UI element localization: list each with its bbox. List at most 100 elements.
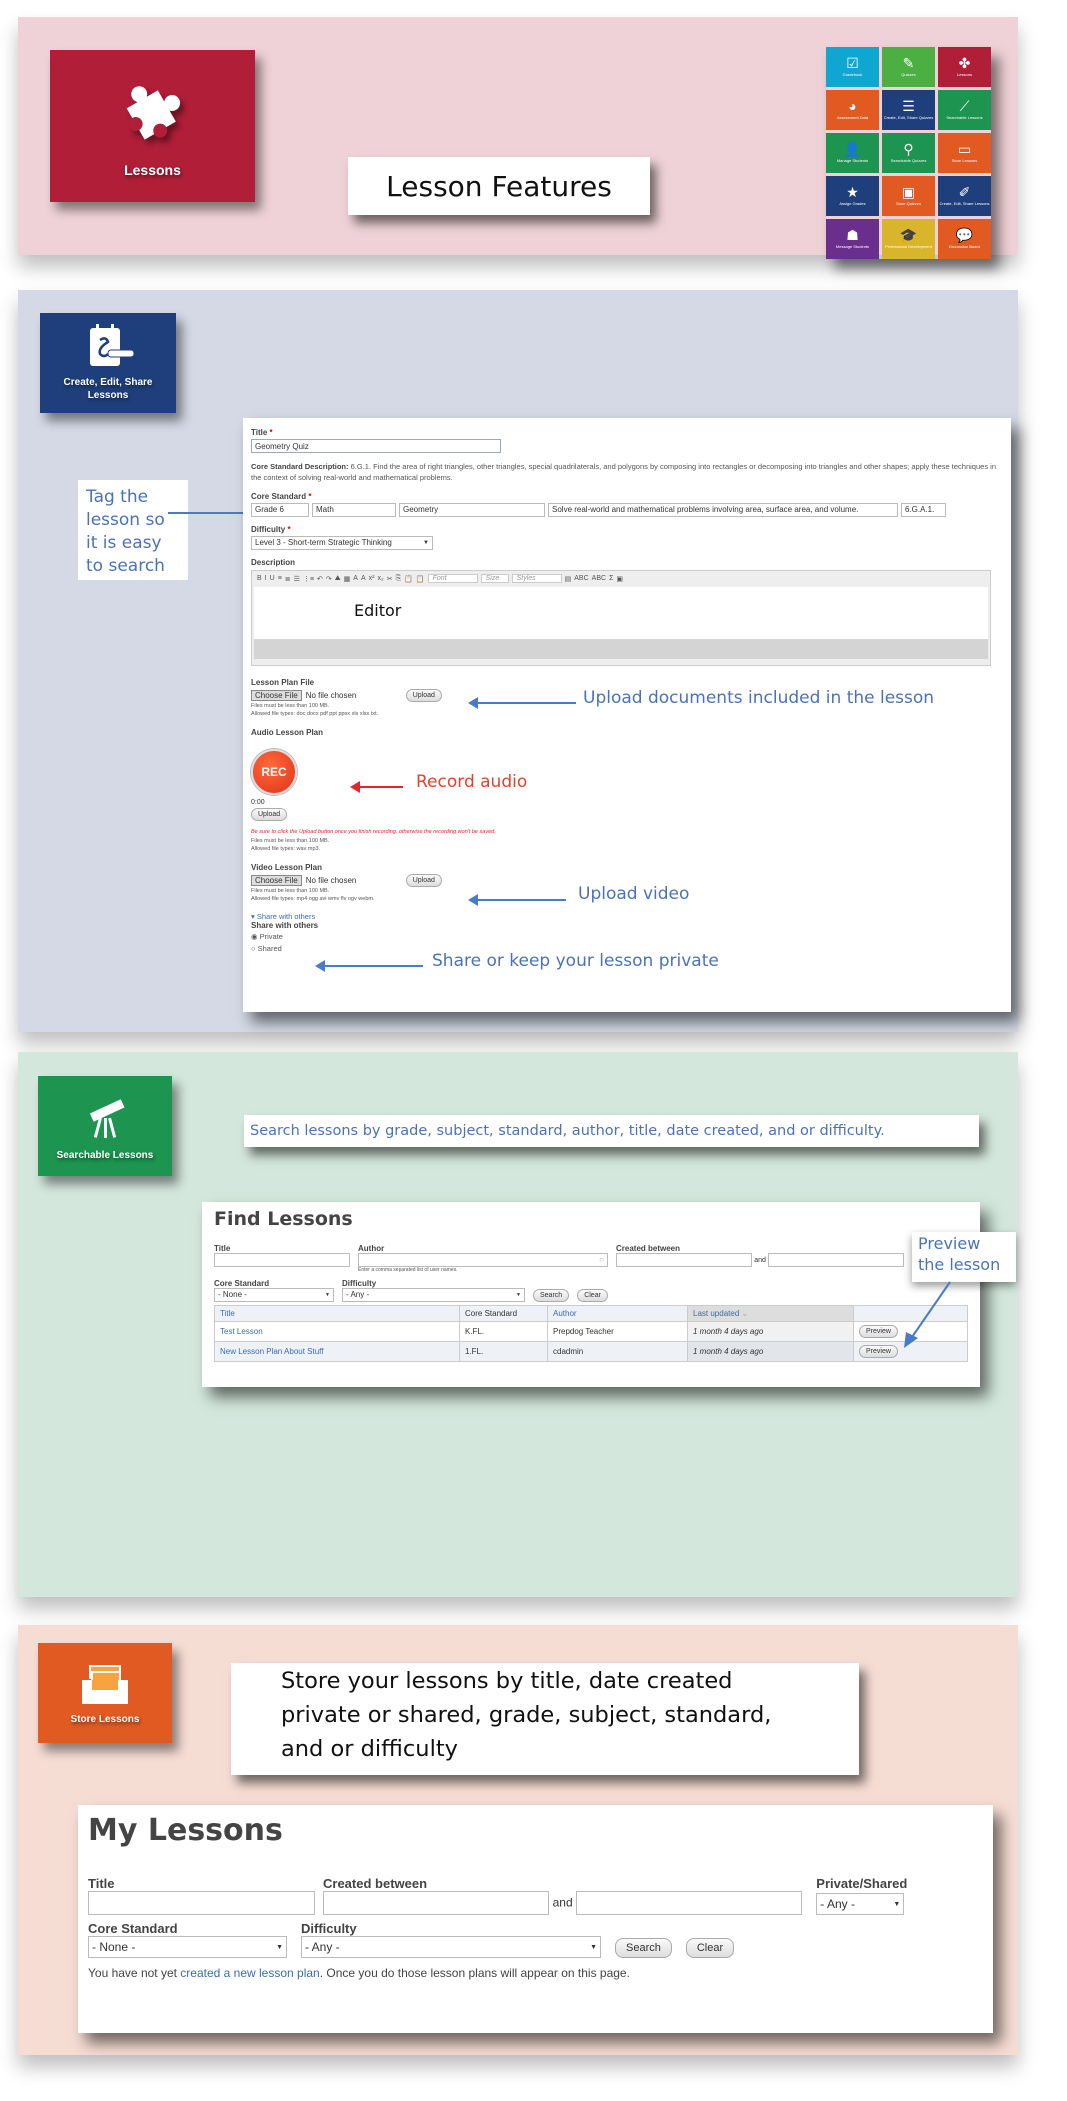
- grade-field[interactable]: Grade 6: [251, 502, 309, 517]
- app-tile[interactable]: ☗ Message Students: [826, 219, 879, 259]
- app-tile[interactable]: ✤ Lessons: [938, 47, 991, 87]
- toolbar-button[interactable]: ≡: [278, 575, 282, 582]
- difficulty-filter-select[interactable]: - Any - ▼: [342, 1287, 525, 1302]
- create-lesson-link[interactable]: created a new lesson plan: [180, 1966, 319, 1980]
- header-panel: Lessons Lesson Features ☑ Gradebook ✎ Quizz…: [18, 17, 1018, 259]
- choose-video-button[interactable]: Choose File: [251, 875, 302, 886]
- core-filter: Core Standard - None - ▼: [214, 1279, 334, 1302]
- share-toggle[interactable]: ▾ Share with others: [251, 912, 1003, 921]
- subject-field[interactable]: Math: [312, 502, 396, 517]
- app-tile[interactable]: ☰ Create, Edit, Share Quizzes: [882, 90, 935, 130]
- toolbar-button[interactable]: ▤: [565, 575, 572, 583]
- app-tile[interactable]: ▭ Store Lessons: [938, 133, 991, 173]
- store-core-select[interactable]: - None - ▼: [88, 1936, 287, 1958]
- app-tile[interactable]: ⟋ Searchable Lessons: [938, 90, 991, 130]
- app-tile[interactable]: 👤 Manage Students: [826, 133, 879, 173]
- cell-last-updated: 1 month 4 days ago: [687, 1340, 854, 1362]
- record-button[interactable]: REC: [251, 749, 297, 796]
- col-author[interactable]: Author: [547, 1304, 688, 1322]
- toolbar-button[interactable]: ABC: [592, 575, 606, 582]
- audio-label: Audio Lesson Plan: [251, 728, 324, 738]
- created-to-input[interactable]: [768, 1253, 905, 1267]
- choose-file-button[interactable]: Choose File: [251, 689, 302, 701]
- toolbar-button[interactable]: ✂: [387, 575, 393, 583]
- toolbar-button[interactable]: ⋮≡: [303, 575, 314, 583]
- cell-title[interactable]: New Lesson Plan About Stuff: [214, 1340, 460, 1362]
- difficulty-select[interactable]: Level 3 - Short-term Strategic Thinking ▼: [251, 535, 433, 550]
- editor-body[interactable]: Editor: [254, 586, 988, 639]
- contact-icon: ☗: [846, 227, 859, 244]
- app-tile[interactable]: ▣ Store Quizzes: [882, 176, 935, 216]
- toolbar-button[interactable]: ↶: [317, 575, 323, 583]
- app-tile[interactable]: ⚲ Searchable Quizzes: [882, 133, 935, 173]
- toolbar-button[interactable]: A: [353, 575, 358, 582]
- store-difficulty-select[interactable]: - Any - ▼: [301, 1936, 601, 1958]
- toolbar-button[interactable]: ⎘: [396, 575, 402, 583]
- core-filter-select[interactable]: - None - ▼: [214, 1287, 334, 1302]
- tag-arrow: [168, 507, 256, 519]
- app-tile[interactable]: 💬 Discussion Board: [938, 219, 991, 259]
- toolbar-button[interactable]: 📋: [416, 575, 425, 583]
- toolbar-button[interactable]: ▣: [616, 575, 623, 583]
- cell-title[interactable]: Test Lesson: [214, 1320, 460, 1342]
- toolbar-button[interactable]: ⛰: [335, 575, 341, 583]
- rich-text-editor[interactable]: B I U ≡ ≣ ☰ ⋮≡ ↶ ↷ ⛰ ▦ A Ax² x₂ ✂ ⎘ 📋 📋 Font Size Styles ▤ ABC…: [251, 569, 991, 666]
- app-tile-label: Searchable Lessons: [946, 115, 983, 121]
- standard-code-field[interactable]: 6.G.A.1.: [901, 502, 946, 517]
- upload-video-button[interactable]: Upload: [405, 874, 442, 887]
- app-tile[interactable]: ☑ Gradebook: [826, 47, 879, 87]
- toolbar-button[interactable]: I: [265, 575, 267, 582]
- toolbar-button[interactable]: U: [270, 575, 275, 582]
- app-tile[interactable]: ◕ Assessment Data: [826, 90, 879, 130]
- toolbar-button[interactable]: A: [361, 575, 366, 582]
- created-from-input[interactable]: [616, 1253, 752, 1267]
- toolbar-button[interactable]: ≣: [285, 575, 291, 583]
- store-clear-button[interactable]: Clear: [685, 1938, 735, 1958]
- app-tile[interactable]: ✎ Quizzes: [882, 47, 935, 87]
- store-lessons-tile[interactable]: Store Lessons: [38, 1643, 172, 1743]
- toolbar-button[interactable]: ABC: [574, 575, 588, 582]
- toolbar-button[interactable]: 📋: [404, 575, 413, 583]
- toolbar-size-select[interactable]: Size: [480, 574, 509, 584]
- app-tile-label: Manage Students: [836, 158, 869, 164]
- store-title-input[interactable]: [88, 1891, 315, 1915]
- app-tile-label: Quizzes: [901, 72, 916, 78]
- radio-private[interactable]: ◉ Private: [251, 932, 1003, 941]
- author-filter-input[interactable]: ○: [358, 1253, 608, 1267]
- editor-resize-bar[interactable]: [254, 638, 988, 659]
- title-input[interactable]: [251, 439, 501, 453]
- private-shared-select[interactable]: - Any - ▼: [816, 1893, 905, 1915]
- store-search-button[interactable]: Search: [615, 1938, 672, 1958]
- toolbar-button[interactable]: x²: [369, 575, 375, 582]
- private-shared-filter: Private/Shared - Any - ▼: [816, 1876, 907, 1915]
- toolbar-button[interactable]: ☰: [294, 575, 300, 583]
- app-tile[interactable]: ✐ Create, Edit, Share Lessons: [938, 176, 991, 216]
- toolbar-styles-select[interactable]: Styles: [511, 574, 562, 584]
- col-last-updated[interactable]: Last updated ⌄: [687, 1304, 854, 1322]
- upload-lesson-button[interactable]: Upload: [405, 688, 442, 702]
- clear-button[interactable]: Clear: [577, 1288, 608, 1302]
- title-filter-input[interactable]: [214, 1253, 350, 1267]
- col-title[interactable]: Title: [214, 1304, 460, 1322]
- preview-button[interactable]: Preview: [859, 1324, 898, 1338]
- toolbar-button[interactable]: B: [257, 575, 262, 582]
- store-created-from[interactable]: [323, 1891, 549, 1915]
- toolbar-button[interactable]: ↷: [326, 575, 332, 583]
- create-edit-share-tile[interactable]: Create, Edit, Share Lessons: [40, 313, 176, 413]
- domain-field[interactable]: Geometry: [399, 502, 545, 517]
- store-created-to[interactable]: [576, 1891, 803, 1915]
- app-tile[interactable]: ★ Assign Grades: [826, 176, 879, 216]
- cluster-field[interactable]: Solve real-world and mathematical proble…: [548, 502, 898, 517]
- search-button[interactable]: Search: [533, 1288, 570, 1302]
- lesson-file-types: Allowed file types: doc docx pdf ppt pps…: [251, 711, 379, 717]
- toolbar-button[interactable]: Σ: [609, 575, 613, 582]
- toolbar-button[interactable]: x₂: [377, 575, 383, 582]
- preview-button[interactable]: Preview: [859, 1344, 898, 1358]
- app-tile[interactable]: 🎓 Professional Development: [882, 219, 935, 259]
- searchable-lessons-tile[interactable]: Searchable Lessons: [38, 1076, 172, 1176]
- toolbar-button[interactable]: ▦: [344, 575, 351, 583]
- toolbar-font-select[interactable]: Font: [427, 574, 478, 584]
- lessons-tile[interactable]: Lessons: [50, 50, 255, 202]
- upload-audio-button[interactable]: Upload: [251, 808, 288, 822]
- upload-video-arrow: [468, 894, 566, 906]
